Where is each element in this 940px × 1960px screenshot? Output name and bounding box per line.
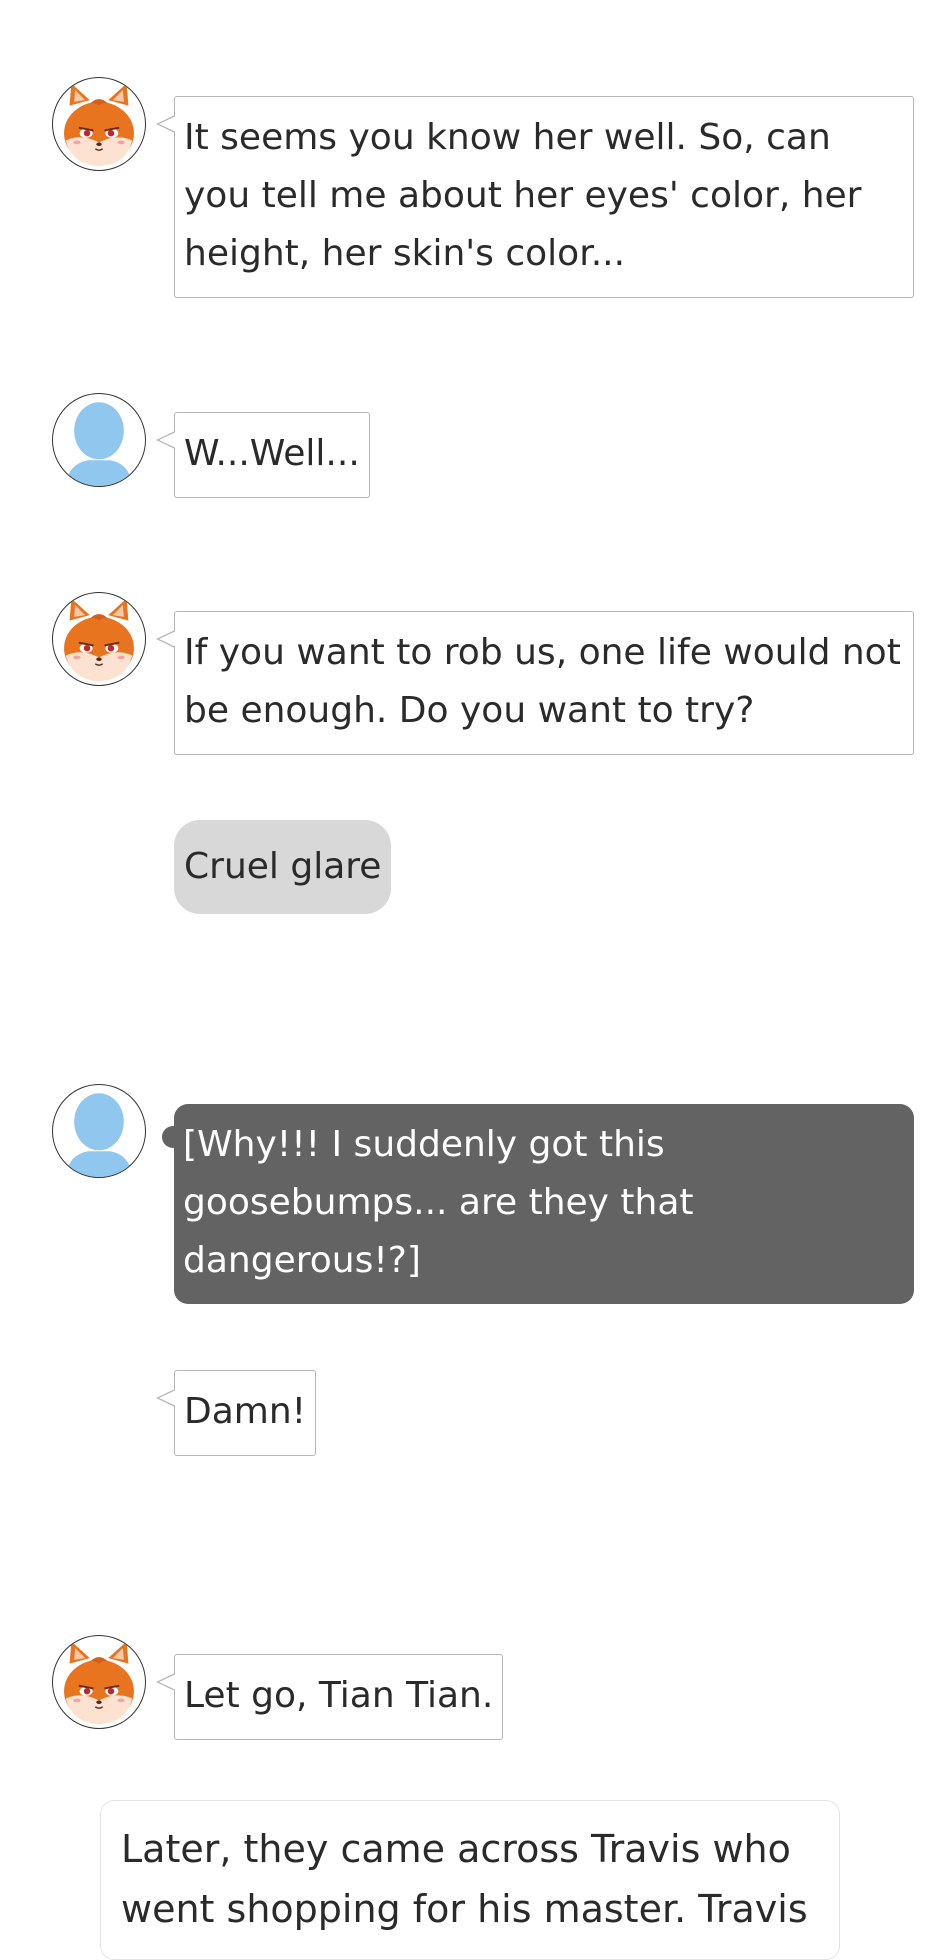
user-avatar bbox=[52, 1084, 146, 1178]
message-bubble: W...Well... bbox=[156, 412, 370, 498]
action-chip: Cruel glare bbox=[174, 820, 392, 914]
message-text: Damn! bbox=[184, 1391, 307, 1432]
thought-text: [Why!!! I suddenly got this goosebumps..… bbox=[183, 1124, 694, 1281]
message-text: It seems you know her well. So, can you … bbox=[184, 117, 862, 274]
fox-avatar-icon bbox=[64, 83, 134, 167]
narration-card: Later, they came across Travis who went … bbox=[100, 1800, 840, 1960]
message-text: W...Well... bbox=[184, 433, 360, 474]
user-silhouette-icon bbox=[65, 1093, 133, 1177]
thought-bubble: [Why!!! I suddenly got this goosebumps..… bbox=[162, 1104, 914, 1304]
message-bubble: Let go, Tian Tian. bbox=[156, 1654, 504, 1740]
message-text: Let go, Tian Tian. bbox=[184, 1675, 494, 1716]
message-text: If you want to rob us, one life would no… bbox=[184, 632, 901, 731]
fox-avatar bbox=[52, 592, 146, 686]
fox-avatar bbox=[52, 1635, 146, 1729]
user-avatar bbox=[52, 393, 146, 487]
thought-dot bbox=[162, 1126, 184, 1148]
fox-avatar bbox=[52, 77, 146, 171]
message-bubble: Damn! bbox=[156, 1370, 317, 1456]
fox-avatar-icon bbox=[64, 598, 134, 682]
user-silhouette-icon bbox=[65, 402, 133, 486]
message-bubble: If you want to rob us, one life would no… bbox=[156, 611, 914, 755]
fox-avatar-icon bbox=[64, 1641, 134, 1725]
message-bubble: It seems you know her well. So, can you … bbox=[156, 96, 914, 298]
narration-text: Later, they came across Travis who went … bbox=[121, 1827, 808, 1931]
